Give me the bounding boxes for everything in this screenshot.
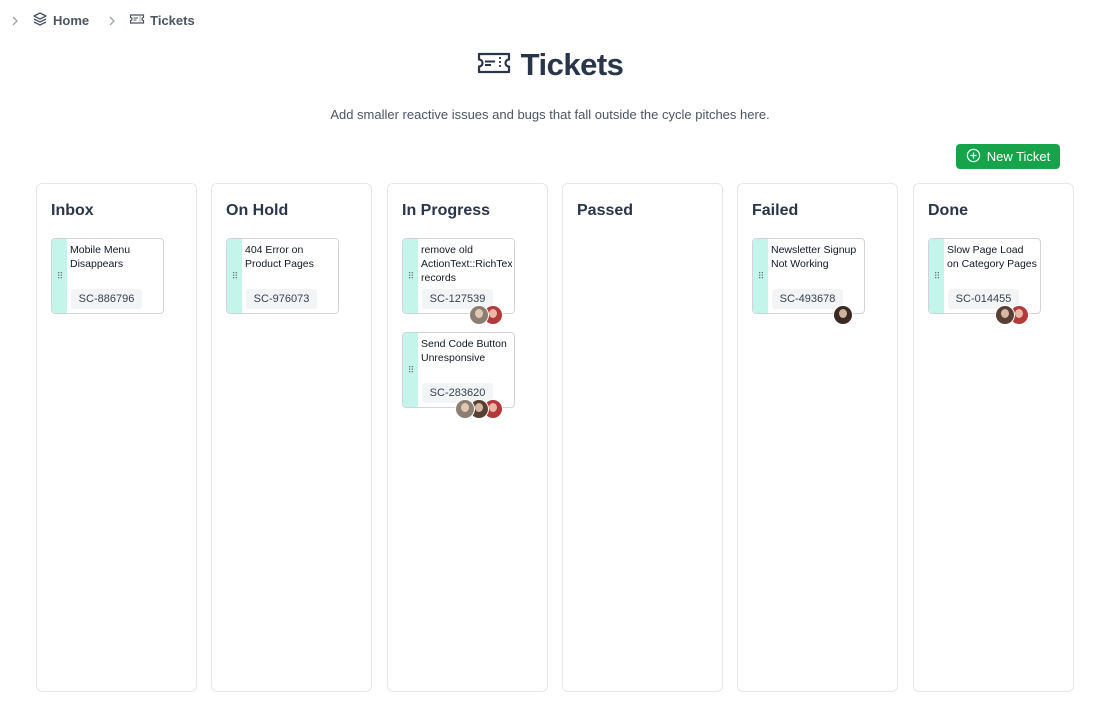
chevron-right-icon	[10, 16, 20, 26]
breadcrumb: Home Tickets	[10, 11, 195, 30]
drag-handle-icon[interactable]: ⠿	[227, 239, 242, 313]
drag-handle-icon[interactable]: ⠿	[403, 239, 418, 313]
ticket-title: 404 Error on Product Pages	[245, 244, 314, 270]
column-in-progress: In Progress ⠿ remove old ActionText::Ric…	[387, 183, 548, 692]
avatar[interactable]	[833, 305, 853, 325]
new-ticket-button[interactable]: New Ticket	[956, 144, 1060, 169]
ticket-card[interactable]: ⠿ 404 Error on Product Pages SC-976073	[226, 238, 339, 314]
drag-handle-icon[interactable]: ⠿	[929, 239, 944, 313]
ticket-code: SC-976073	[246, 289, 317, 309]
avatar[interactable]	[469, 305, 489, 325]
assignee-avatars	[833, 305, 853, 325]
breadcrumb-tickets[interactable]: Tickets	[129, 11, 195, 30]
assignee-avatars	[995, 305, 1029, 325]
assignee-avatars	[455, 399, 503, 419]
plus-circle-icon	[966, 148, 981, 166]
breadcrumb-home[interactable]: Home	[32, 11, 89, 30]
ticket-icon	[477, 50, 511, 81]
page-title: Tickets	[520, 47, 624, 82]
page-subtitle: Add smaller reactive issues and bugs tha…	[330, 107, 770, 122]
ticket-card[interactable]: ⠿ Send Code Button Unresponsive SC-28362…	[402, 332, 515, 419]
breadcrumb-tickets-label: Tickets	[150, 13, 195, 28]
layers-icon	[32, 11, 48, 30]
column-title: Inbox	[51, 202, 94, 219]
drag-handle-icon[interactable]: ⠿	[52, 239, 67, 313]
ticket-title: Newsletter Signup Not Working	[771, 244, 857, 270]
column-title: On Hold	[226, 202, 289, 219]
drag-handle-icon[interactable]: ⠿	[753, 239, 768, 313]
ticket-title: remove old ActionText::RichText records	[421, 244, 512, 284]
ticket-card[interactable]: ⠿ Slow Page Load on Category Pages SC-01…	[928, 238, 1041, 325]
assignee-avatars	[469, 305, 503, 325]
column-title: Passed	[577, 202, 634, 219]
column-title: In Progress	[402, 202, 491, 219]
chevron-right-icon	[107, 16, 117, 26]
ticket-code: SC-886796	[71, 289, 142, 309]
page-header: Tickets	[0, 47, 1100, 83]
column-title: Failed	[752, 202, 799, 219]
column-inbox: Inbox ⠿ Mobile Menu Disappears SC-886796	[36, 183, 197, 692]
new-ticket-label: New Ticket	[986, 149, 1051, 164]
ticket-title: Mobile Menu Disappears	[70, 244, 131, 270]
ticket-title: Slow Page Load on Category Pages	[947, 244, 1037, 270]
column-on-hold: On Hold ⠿ 404 Error on Product Pages SC-…	[211, 183, 372, 692]
ticket-card[interactable]: ⠿ Mobile Menu Disappears SC-886796	[51, 238, 164, 314]
column-title: Done	[928, 202, 968, 219]
avatar[interactable]	[455, 399, 475, 419]
ticket-icon	[129, 11, 145, 30]
ticket-code: SC-493678	[772, 289, 843, 309]
breadcrumb-home-label: Home	[53, 13, 90, 28]
avatar[interactable]	[995, 305, 1015, 325]
ticket-card[interactable]: ⠿ remove old ActionText::RichText record…	[402, 238, 515, 325]
column-passed: Passed	[562, 183, 723, 692]
ticket-title: Send Code Button Unresponsive	[421, 338, 507, 364]
ticket-card[interactable]: ⠿ Newsletter Signup Not Working SC-49367…	[752, 238, 865, 325]
column-failed: Failed ⠿ Newsletter Signup Not Working S…	[737, 183, 898, 692]
drag-handle-icon[interactable]: ⠿	[403, 333, 418, 407]
column-done: Done ⠿ Slow Page Load on Category Pages …	[913, 183, 1074, 692]
